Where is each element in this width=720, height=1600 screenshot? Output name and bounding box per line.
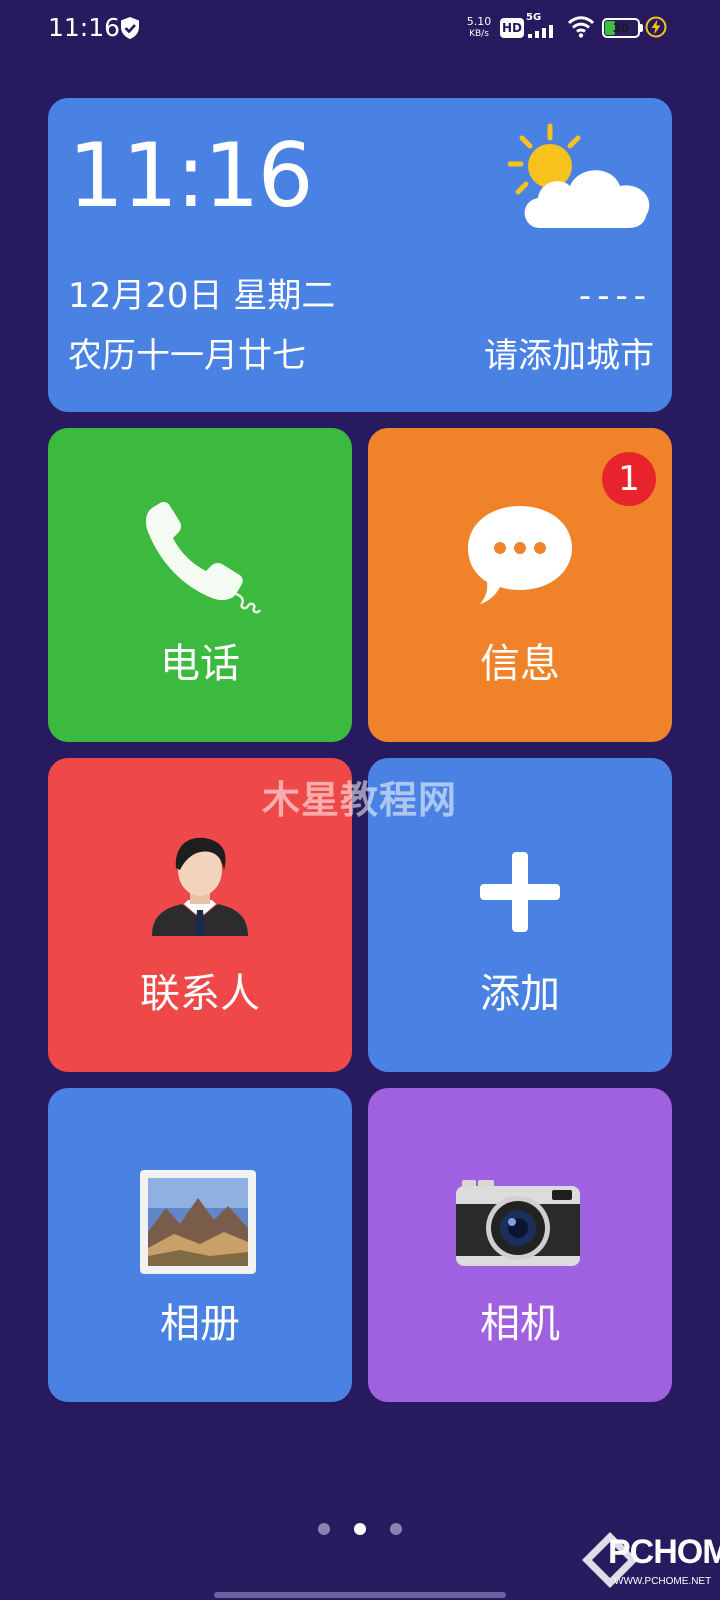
widget-temperature: ----: [578, 276, 652, 316]
charging-icon: [645, 16, 667, 38]
contact-icon: [152, 837, 248, 936]
unread-badge: 1: [602, 452, 656, 506]
status-bar: 11:16 5.10 KB/s HD 5G 30: [0, 0, 720, 56]
home-gesture-bar[interactable]: [214, 1592, 506, 1598]
clock-weather-widget[interactable]: 11:16 12月20日 星期二 农历十一月廿七 ---- 请添加城市: [48, 98, 672, 412]
messages-label: 信息: [480, 641, 560, 687]
watermark-text: 木星教程网: [262, 778, 458, 822]
pchome-logo-text: PCHOME: [608, 1533, 720, 1571]
plus-icon: [480, 852, 560, 932]
network-speed-unit: KB/s: [469, 29, 489, 39]
pchome-logo: PCHOME WWW.PCHOME.NET: [580, 1530, 720, 1594]
page-indicator[interactable]: [318, 1522, 402, 1536]
status-time: 11:16: [48, 13, 121, 42]
page-dot-active[interactable]: [354, 1523, 366, 1535]
page-dot[interactable]: [390, 1523, 402, 1535]
network-speed: 5.10 KB/s: [466, 16, 492, 40]
network-type-label: 5G: [526, 12, 542, 23]
phone-label: 电话: [160, 641, 240, 687]
add-label: 添加: [480, 971, 560, 1017]
hd-voice-badge: HD: [500, 18, 525, 38]
phone-icon: [145, 502, 262, 614]
signal-icon: [528, 25, 553, 38]
message-icon: [468, 506, 572, 604]
gallery-label: 相册: [160, 1301, 240, 1347]
battery-level: 30: [612, 21, 630, 35]
page-dot[interactable]: [318, 1523, 330, 1535]
cellular-signal: 5G: [526, 12, 560, 40]
widget-date: 12月20日 星期二: [68, 276, 336, 316]
contacts-label: 联系人: [140, 971, 260, 1017]
gallery-tile[interactable]: 相册: [48, 1088, 352, 1402]
add-city-link[interactable]: 请添加城市: [484, 334, 654, 378]
partly-cloudy-icon: [508, 123, 650, 228]
widget-clock: 11:16: [68, 124, 314, 227]
camera-tile[interactable]: 相机: [368, 1088, 672, 1402]
shield-check-icon: [121, 17, 139, 39]
phone-tile[interactable]: 电话: [48, 428, 352, 742]
battery-icon: 30: [602, 18, 640, 38]
camera-icon: [456, 1180, 580, 1266]
network-speed-value: 5.10: [466, 15, 492, 28]
messages-tile[interactable]: 1 信息: [368, 428, 672, 742]
pchome-logo-url: WWW.PCHOME.NET: [614, 1576, 712, 1587]
widget-lunar-date: 农历十一月廿七: [68, 336, 306, 376]
camera-label: 相机: [480, 1301, 560, 1347]
battery-nub: [640, 24, 643, 32]
wifi-icon: [568, 16, 594, 38]
gallery-icon: [140, 1170, 256, 1274]
